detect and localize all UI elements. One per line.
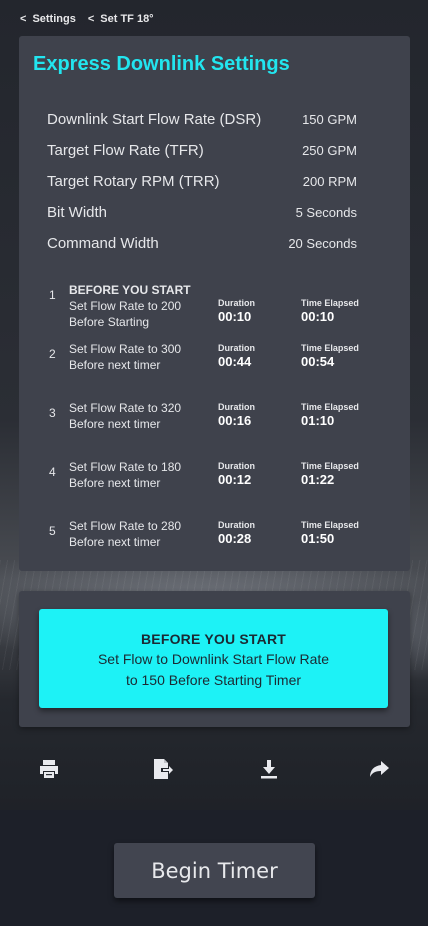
callout-heading: BEFORE YOU START xyxy=(140,631,287,647)
step-line-2: Before next timer xyxy=(69,358,161,372)
elapsed-label: Time Elapsed xyxy=(301,298,359,308)
step-duration: Duration 00:16 xyxy=(218,402,255,428)
step-line-1: Set Flow Rate to 280 xyxy=(69,519,182,533)
step-number: 2 xyxy=(49,347,56,361)
timer-step: 3 Set Flow Rate to 320 Before next timer… xyxy=(19,400,410,459)
step-duration: Duration 00:10 xyxy=(218,298,255,324)
print-icon xyxy=(40,760,58,778)
export-icon xyxy=(154,759,173,779)
elapsed-value: 00:10 xyxy=(301,309,335,324)
timer-steps-list: 1 BEFORE YOU START Set Flow Rate to 200 … xyxy=(19,282,410,571)
setting-label: Target Flow Rate (TFR) xyxy=(47,142,204,159)
duration-value: 00:10 xyxy=(218,309,252,324)
step-description: Set Flow Rate to 320 Before next timer xyxy=(69,400,209,432)
step-description: Set Flow Rate to 180 Before next timer xyxy=(69,459,209,491)
panel-title: Express Downlink Settings xyxy=(33,53,290,75)
elapsed-label: Time Elapsed xyxy=(301,461,359,471)
callout-line-2: to 150 Before Starting Timer xyxy=(125,672,302,688)
download-button[interactable] xyxy=(252,752,286,786)
step-line-2: Before next timer xyxy=(69,476,161,490)
setting-value: 250 GPM xyxy=(302,143,357,158)
timer-step: 5 Set Flow Rate to 280 Before next timer… xyxy=(19,518,410,571)
setting-label: Downlink Start Flow Rate (DSR) xyxy=(47,111,262,128)
callout-line-1: Set Flow to Downlink Start Flow Rate xyxy=(97,651,330,667)
setting-value: 20 Seconds xyxy=(288,236,357,251)
setting-row: Command Width 20 Seconds xyxy=(47,228,357,259)
action-toolbar xyxy=(0,752,428,788)
breadcrumb-set-tf[interactable]: < Set TF 18° xyxy=(88,13,154,25)
step-elapsed: Time Elapsed 01:50 xyxy=(301,520,359,546)
step-line-1: Set Flow Rate to 200 xyxy=(69,299,182,313)
breadcrumb-label: Set TF 18° xyxy=(100,13,154,25)
timer-step: 4 Set Flow Rate to 180 Before next timer… xyxy=(19,459,410,518)
current-instruction-panel: BEFORE YOU START Set Flow to Downlink St… xyxy=(19,591,410,727)
setting-label: Bit Width xyxy=(47,204,108,221)
breadcrumb-label: Settings xyxy=(32,13,76,25)
duration-value: 00:16 xyxy=(218,413,252,428)
setting-row: Target Flow Rate (TFR) 250 GPM xyxy=(47,135,357,166)
elapsed-value: 01:22 xyxy=(301,472,335,487)
download-icon xyxy=(261,760,277,779)
setting-label: Command Width xyxy=(47,235,159,252)
setting-row: Target Rotary RPM (TRR) 200 RPM xyxy=(47,166,357,197)
step-duration: Duration 00:44 xyxy=(218,343,255,369)
elapsed-value: 01:10 xyxy=(301,413,335,428)
setting-row: Downlink Start Flow Rate (DSR) 150 GPM xyxy=(47,104,357,135)
duration-value: 00:12 xyxy=(218,472,252,487)
downlink-settings-panel: Express Downlink Settings Downlink Start… xyxy=(19,36,410,571)
setting-value: 200 RPM xyxy=(302,174,357,189)
setting-label: Target Rotary RPM (TRR) xyxy=(47,173,220,190)
step-number: 1 xyxy=(49,288,56,302)
step-description: Set Flow Rate to 300 Before next timer xyxy=(69,341,209,373)
step-line-1: Set Flow Rate to 300 xyxy=(69,342,182,356)
begin-timer-button[interactable]: Begin Timer xyxy=(114,843,315,898)
step-elapsed: Time Elapsed 00:54 xyxy=(301,343,359,369)
step-elapsed: Time Elapsed 01:22 xyxy=(301,461,359,487)
setting-row: Bit Width 5 Seconds xyxy=(47,197,357,228)
setting-value: 5 Seconds xyxy=(295,205,357,220)
step-number: 4 xyxy=(49,465,56,479)
duration-label: Duration xyxy=(218,343,255,353)
step-duration: Duration 00:12 xyxy=(218,461,255,487)
instruction-callout: BEFORE YOU START Set Flow to Downlink St… xyxy=(39,609,388,708)
step-description: Set Flow Rate to 280 Before next timer xyxy=(69,518,209,550)
step-description: BEFORE YOU START Set Flow Rate to 200 Be… xyxy=(69,282,209,330)
export-button[interactable] xyxy=(145,752,179,786)
duration-label: Duration xyxy=(218,298,255,308)
elapsed-value: 00:54 xyxy=(301,354,335,369)
step-duration: Duration 00:28 xyxy=(218,520,255,546)
breadcrumb-settings[interactable]: < Settings xyxy=(20,13,76,25)
step-heading: BEFORE YOU START xyxy=(69,283,191,297)
step-line-1: Set Flow Rate to 180 xyxy=(69,460,182,474)
duration-value: 00:44 xyxy=(218,354,252,369)
setting-value: 150 GPM xyxy=(302,112,357,127)
elapsed-value: 01:50 xyxy=(301,531,335,546)
share-icon xyxy=(370,761,389,777)
timer-step: 2 Set Flow Rate to 300 Before next timer… xyxy=(19,341,410,400)
step-line-2: Before next timer xyxy=(69,417,161,431)
step-number: 3 xyxy=(49,406,56,420)
share-button[interactable] xyxy=(362,752,396,786)
duration-label: Duration xyxy=(218,402,255,412)
elapsed-label: Time Elapsed xyxy=(301,520,359,530)
step-number: 5 xyxy=(49,524,56,538)
duration-label: Duration xyxy=(218,520,255,530)
elapsed-label: Time Elapsed xyxy=(301,343,359,353)
step-elapsed: Time Elapsed 01:10 xyxy=(301,402,359,428)
settings-list: Downlink Start Flow Rate (DSR) 150 GPM T… xyxy=(47,104,357,259)
chevron-left-icon: < xyxy=(20,13,27,25)
breadcrumb: < Settings < Set TF 18° xyxy=(20,11,154,27)
print-button[interactable] xyxy=(32,752,66,786)
chevron-left-icon: < xyxy=(87,13,95,25)
step-line-2: Before next timer xyxy=(69,535,161,549)
step-line-1: Set Flow Rate to 320 xyxy=(69,401,182,415)
duration-label: Duration xyxy=(218,461,255,471)
step-line-2: Before Starting xyxy=(69,315,150,329)
timer-step: 1 BEFORE YOU START Set Flow Rate to 200 … xyxy=(19,282,410,341)
elapsed-label: Time Elapsed xyxy=(301,402,359,412)
duration-value: 00:28 xyxy=(218,531,252,546)
step-elapsed: Time Elapsed 00:10 xyxy=(301,298,359,324)
